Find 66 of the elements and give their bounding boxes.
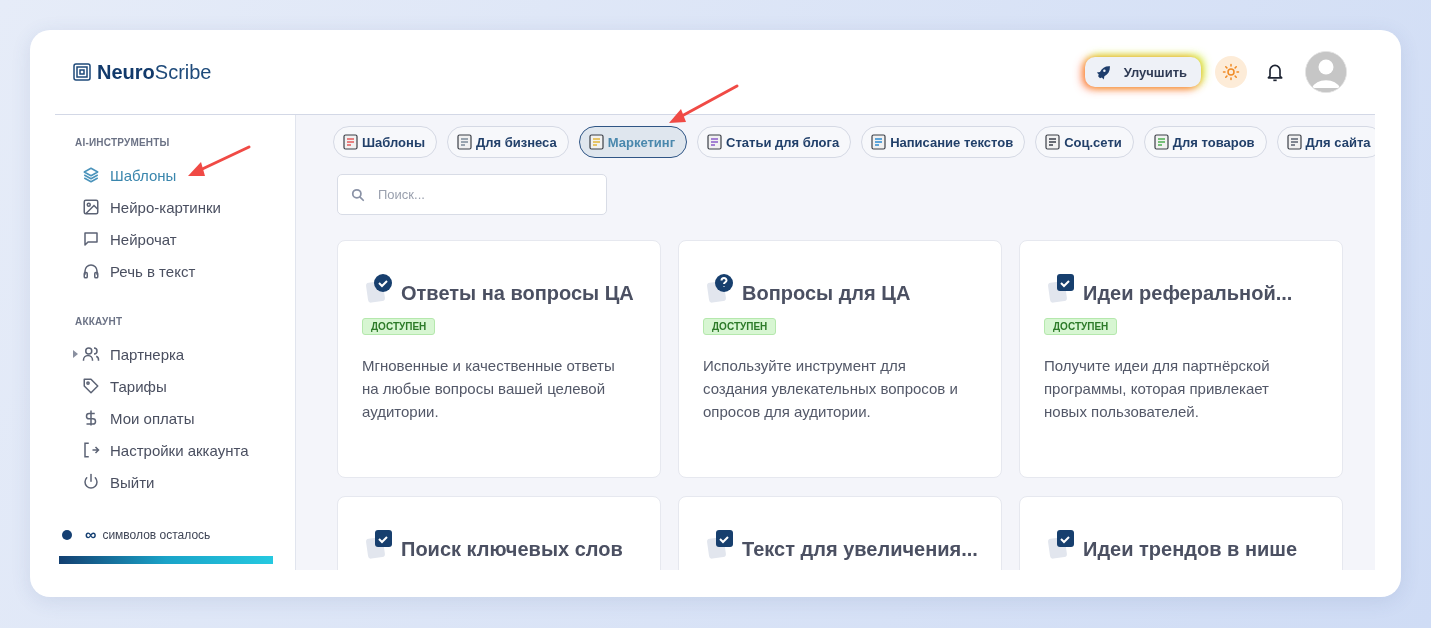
document-icon [457,134,472,150]
sidebar-item[interactable]: Тарифы [60,371,271,401]
document-icon [588,134,604,150]
category-chip[interactable]: Для товаров [1143,126,1267,158]
template-card[interactable]: Вопросы для ЦА ДОСТУПЕН Используйте инструмент для создания увлекательных вопросов и опросов для аудитории. [678,240,1002,478]
status-badge: ДОСТУПЕН [1044,318,1118,335]
category-chip[interactable]: Шаблоны [333,126,437,158]
status-badge: ДОСТУПЕН [703,318,777,335]
layers-icon [82,166,100,184]
sidebar-item[interactable]: Шаблоны [60,160,271,190]
category-chip[interactable]: Для сайта [1276,126,1375,158]
card-title: Поиск ключевых слов [401,537,623,561]
status-badge: ДОСТУПЕН [362,318,436,335]
search-field[interactable]: Поиск... [337,174,607,215]
category-chip[interactable]: Статьи для блога [697,126,852,158]
category-chip[interactable]: Соц.сети [1035,126,1134,158]
section-heading: AI-ИНСТРУМЕНТЫ [75,137,171,148]
tag-icon [82,377,100,395]
sidebar-item[interactable]: Выйти [60,467,271,497]
document-icon [707,134,723,150]
theme-toggle-button[interactable] [1215,56,1247,88]
sidebar-item[interactable]: Настройки аккаунта [60,435,271,465]
document-icon [871,134,887,150]
annotation-arrow [669,84,739,123]
card-title: Идеи трендов в нише [1083,537,1298,561]
chat-bubble-icon [82,230,100,248]
template-card[interactable]: Идеи трендов в нише [1019,496,1343,570]
sun-icon [1222,63,1240,81]
section-heading: АККАУНТ [75,316,124,327]
category-chip[interactable]: Для бизнеса [447,126,569,158]
sidebar-item[interactable]: Мои оплаты [60,403,271,433]
sidebar-item[interactable]: Нейро-картинки [60,192,271,222]
card-description: Мгновенные и качественные ответы на любые вопросы вашей целевой аудитории. [362,356,616,422]
template-card[interactable]: Ответы на вопросы ЦА ДОСТУПЕН Мгновенные и качественные ответы на любые вопросы вашей целевой аудитории. [337,240,661,478]
headphones-icon [82,262,100,280]
status-dot [62,530,72,540]
sidebar-item[interactable]: Речь в текст [60,256,271,286]
document-icon [1153,134,1169,150]
card-description: Используйте инструмент для создания увлекательных вопросов и опросов для аудитории. [703,356,959,422]
card-description: Получите идеи для партнёрской программы, которая привлекает новых пользователей. [1044,356,1271,422]
users-icon [82,345,100,363]
card-title: Текст для увеличения... [742,537,978,561]
category-chip[interactable]: Написание текстов [861,126,1026,158]
search-icon [351,188,365,202]
card-title: Ответы на вопросы ЦА [401,281,634,305]
brand-name: NeuroScribe [97,60,212,84]
caret-icon[interactable] [73,350,78,358]
template-card[interactable]: Идеи реферальной... ДОСТУПЕН Получите идеи для партнёрской программы, которая привлекает новых пользователей. [1019,240,1343,478]
card-title: Вопросы для ЦА [742,281,911,305]
usage-label: символов осталось [102,528,211,542]
template-card[interactable]: Текст для увеличения... [678,496,1002,570]
image-icon [82,198,100,216]
document-icon [1045,134,1061,150]
power-icon [82,473,100,491]
annotation-arrow [188,145,251,176]
upgrade-button[interactable]: Улучшить [1084,57,1201,87]
exit-arrow-icon [82,441,100,459]
document-icon [343,134,358,150]
sidebar-item[interactable]: Нейрочат [60,224,271,254]
rocket-icon [1094,64,1110,80]
logo-icon [73,63,91,81]
sidebar-item[interactable]: Партнерка [60,339,271,369]
document-icon [1286,134,1302,150]
template-card[interactable]: Поиск ключевых слов [337,496,661,570]
remaining-amount: ∞ [85,526,97,544]
card-title: Идеи реферальной... [1083,281,1293,305]
